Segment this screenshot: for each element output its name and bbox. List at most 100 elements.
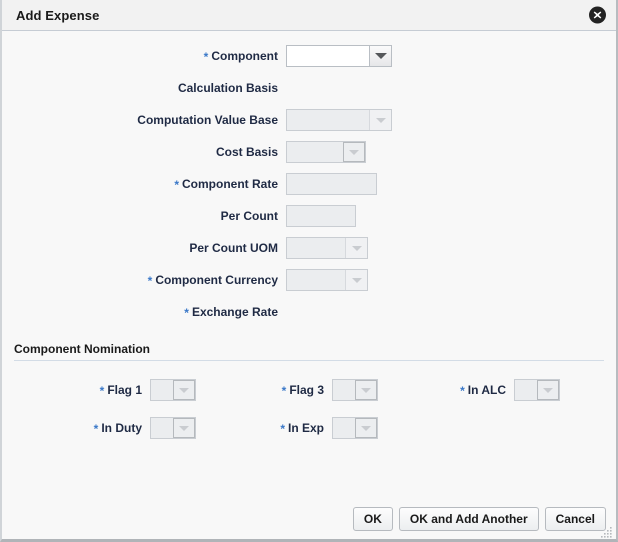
flag-1-value <box>151 380 173 400</box>
chevron-down-icon <box>345 270 367 290</box>
chevron-down-glyph <box>179 426 189 431</box>
nomination-row: *Flag 1*Flag 3*In ALC <box>14 371 604 409</box>
dialog-body: *ComponentCalculation BasisComputation V… <box>2 31 616 539</box>
add-expense-dialog: Add Expense *ComponentCalculation BasisC… <box>0 0 618 542</box>
label-text: Per Count <box>221 209 278 223</box>
nomination-cell-in-alc: *In ALC <box>378 379 560 401</box>
close-icon[interactable] <box>589 7 606 24</box>
form-row-component: *Component <box>2 40 616 72</box>
in-alc-dropdown <box>514 379 560 401</box>
component-currency-value <box>287 270 345 290</box>
component-dropdown[interactable] <box>286 45 392 67</box>
required-asterisk: * <box>204 50 209 64</box>
in-exp-value <box>333 418 355 438</box>
dialog-titlebar: Add Expense <box>2 0 616 31</box>
in-alc-value <box>515 380 537 400</box>
component-nomination-section: Component Nomination *Flag 1*Flag 3*In A… <box>14 342 604 447</box>
flag-1-dropdown <box>150 379 196 401</box>
section-title: Component Nomination <box>14 342 604 360</box>
nomination-row: *In Duty *In Exp <box>14 409 604 447</box>
required-asterisk: * <box>184 306 189 320</box>
form-row-cost-basis: Cost Basis <box>2 136 616 168</box>
required-asterisk: * <box>280 422 285 436</box>
per-count-uom-dropdown <box>286 237 368 259</box>
per-count-uom-field <box>278 237 368 259</box>
section-divider <box>14 360 604 361</box>
chevron-down-icon <box>343 142 365 162</box>
label-text: Flag 3 <box>289 383 324 397</box>
component-field <box>278 45 392 67</box>
label-text: Calculation Basis <box>178 81 278 95</box>
flag-1-field <box>142 379 196 401</box>
in-duty-value <box>151 418 173 438</box>
chevron-down-icon <box>537 380 559 400</box>
per-count-input <box>286 205 356 227</box>
chevron-down-icon <box>345 238 367 258</box>
component-rate-value <box>287 174 376 194</box>
chevron-down-glyph <box>349 150 359 155</box>
chevron-down-icon[interactable] <box>369 46 391 66</box>
cost-basis-value <box>287 142 343 162</box>
in-duty-dropdown <box>150 417 196 439</box>
chevron-down-icon <box>369 110 391 130</box>
flag-1-label: *Flag 1 <box>14 383 142 397</box>
cost-basis-field <box>278 141 366 163</box>
label-text: Per Count UOM <box>189 241 278 255</box>
flag-3-field <box>324 379 378 401</box>
nomination-cell-in-duty: *In Duty <box>14 417 196 439</box>
required-asterisk: * <box>282 384 287 398</box>
flag-3-value <box>333 380 355 400</box>
component-value <box>287 46 369 66</box>
per-count-label: Per Count <box>2 209 278 223</box>
label-text: Component Rate <box>182 177 278 191</box>
label-text: Computation Value Base <box>137 113 278 127</box>
in-exp-dropdown <box>332 417 378 439</box>
label-text: Exchange Rate <box>192 305 278 319</box>
required-asterisk: * <box>148 274 153 288</box>
label-text: Component <box>211 49 278 63</box>
label-text: Component Currency <box>155 273 278 287</box>
computation-value-base-value <box>287 110 369 130</box>
ok-and-add-another-button[interactable]: OK and Add Another <box>399 507 539 531</box>
chevron-down-glyph <box>352 278 362 283</box>
component-label: *Component <box>2 49 278 63</box>
form-row-per-count: Per Count <box>2 200 616 232</box>
flag-3-dropdown <box>332 379 378 401</box>
form-row-component-rate: *Component Rate <box>2 168 616 200</box>
resize-grip[interactable] <box>601 525 613 537</box>
component-rate-input <box>286 173 377 195</box>
form-row-per-count-uom: Per Count UOM <box>2 232 616 264</box>
per-count-uom-value <box>287 238 345 258</box>
required-asterisk: * <box>174 178 179 192</box>
in-duty-label: *In Duty <box>14 421 142 435</box>
form-row-exchange-rate: *Exchange Rate <box>2 296 616 328</box>
form-row-calculation-basis: Calculation Basis <box>2 72 616 104</box>
chevron-down-glyph <box>361 426 371 431</box>
in-exp-label: *In Exp <box>196 421 324 435</box>
in-alc-label: *In ALC <box>378 383 506 397</box>
in-duty-field <box>142 417 196 439</box>
calculation-basis-label: Calculation Basis <box>2 81 278 95</box>
chevron-down-glyph <box>543 388 553 393</box>
chevron-down-glyph <box>179 388 189 393</box>
computation-value-base-field <box>278 109 392 131</box>
required-asterisk: * <box>94 422 99 436</box>
required-asterisk: * <box>460 384 465 398</box>
label-text: In ALC <box>468 383 506 397</box>
dialog-title: Add Expense <box>16 8 99 23</box>
component-currency-label: *Component Currency <box>2 273 278 287</box>
chevron-down-glyph <box>361 388 371 393</box>
cost-basis-dropdown <box>286 141 366 163</box>
exchange-rate-label: *Exchange Rate <box>2 305 278 319</box>
cancel-button[interactable]: Cancel <box>545 507 606 531</box>
component-rate-field <box>278 173 377 195</box>
component-currency-field <box>278 269 368 291</box>
chevron-down-glyph <box>375 53 387 59</box>
ok-button[interactable]: OK <box>353 507 393 531</box>
computation-value-base-label: Computation Value Base <box>2 113 278 127</box>
per-count-value <box>287 206 355 226</box>
cost-basis-label: Cost Basis <box>2 145 278 159</box>
nomination-cell-flag-1: *Flag 1 <box>14 379 196 401</box>
per-count-field <box>278 205 356 227</box>
form-row-computation-value-base: Computation Value Base <box>2 104 616 136</box>
